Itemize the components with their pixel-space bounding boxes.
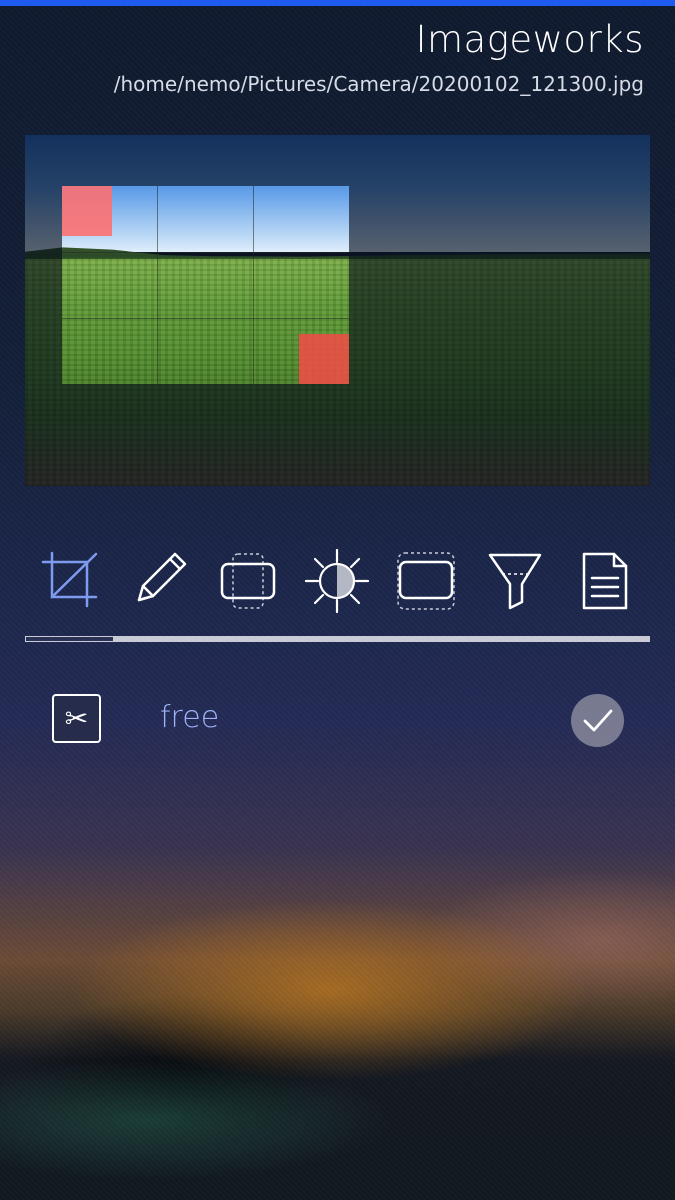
document-icon — [582, 552, 628, 610]
tab-info[interactable] — [571, 548, 637, 614]
scissors-icon: ✂ — [64, 701, 89, 735]
tab-bar-track — [25, 636, 650, 642]
crop-tool-button[interactable]: ✂ — [52, 694, 101, 743]
resize-icon — [220, 553, 276, 609]
checkmark-icon — [583, 709, 613, 732]
tab-draw[interactable] — [127, 548, 193, 614]
dashed-rect-icon — [397, 552, 455, 610]
crop-grid-line — [253, 186, 254, 384]
tab-indicator — [25, 636, 114, 642]
crop-mode-label[interactable]: free — [160, 700, 219, 735]
tab-brightness[interactable] — [304, 548, 370, 614]
crop-grid-line — [62, 318, 349, 319]
crop-grid-line — [62, 252, 349, 253]
tab-filter[interactable] — [482, 548, 548, 614]
crop-icon — [41, 551, 98, 608]
tab-resize[interactable] — [215, 548, 281, 614]
filter-icon — [488, 553, 542, 610]
crop-handle-bottom-right[interactable] — [299, 334, 349, 384]
tab-crop[interactable] — [38, 548, 104, 614]
crop-handle-top-left[interactable] — [62, 186, 112, 236]
crop-grid-line — [157, 186, 158, 384]
screen: Imageworks /home/nemo/Pictures/Camera/20… — [0, 0, 675, 1200]
tab-frame[interactable] — [393, 548, 459, 614]
file-path: /home/nemo/Pictures/Camera/20200102_1213… — [113, 72, 644, 96]
status-bar — [0, 0, 675, 6]
photo-preview[interactable] — [25, 135, 650, 486]
apply-button[interactable] — [571, 694, 624, 747]
brightness-icon — [304, 548, 370, 614]
pencil-icon — [137, 552, 187, 602]
page-title: Imageworks — [415, 18, 644, 61]
